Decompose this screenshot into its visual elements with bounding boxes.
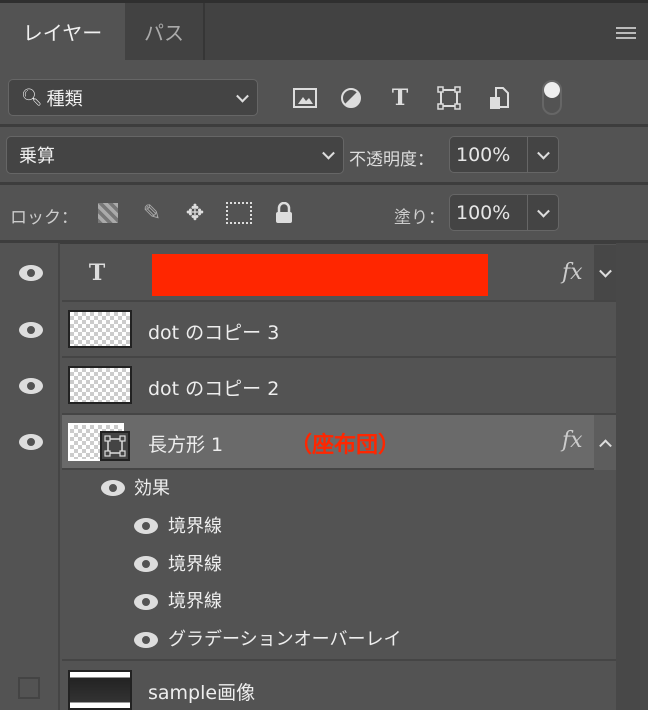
effect-item[interactable]: 境界線: [168, 587, 222, 613]
redacted-layer-name: [152, 254, 488, 296]
divider: [0, 124, 648, 127]
shape-filter-icon[interactable]: [436, 86, 462, 110]
eye-icon[interactable]: [134, 518, 158, 534]
effects-expand-toggle[interactable]: [594, 245, 616, 300]
chevron-down-icon: [599, 264, 612, 278]
opacity-label: 不透明度：: [349, 150, 434, 170]
effects-collapse-toggle[interactable]: [594, 415, 616, 470]
layer-row[interactable]: sample画像: [62, 662, 616, 710]
filter-toggle[interactable]: [542, 80, 562, 115]
eye-icon[interactable]: [101, 480, 125, 496]
lock-all-icon[interactable]: [272, 199, 296, 227]
chevron-down-icon: [537, 146, 550, 160]
layer-name: dot のコピー 3: [148, 322, 280, 344]
tab-paths[interactable]: パス: [125, 3, 205, 60]
visibility-column: [0, 243, 60, 710]
eye-icon[interactable]: [19, 265, 43, 281]
panel-menu-icon[interactable]: [616, 27, 636, 39]
lock-transparent-pixels-icon[interactable]: [98, 203, 118, 223]
adjustment-filter-icon[interactable]: [338, 86, 364, 110]
text-layer-icon: T: [88, 260, 106, 286]
layer-row-selected[interactable]: 長方形 1 （座布団） fx: [62, 415, 616, 470]
eye-icon[interactable]: [134, 632, 158, 648]
type-filter-icon[interactable]: T: [387, 84, 413, 112]
effect-item[interactable]: 境界線: [168, 550, 222, 576]
image-filter-icon[interactable]: [292, 86, 318, 110]
opacity-field[interactable]: 100%: [449, 136, 559, 173]
lock-image-pixels-brush-icon[interactable]: ✎: [138, 199, 166, 227]
filter-kind-select[interactable]: 🔍︎ 種類: [8, 79, 258, 116]
lock-label: ロック：: [10, 208, 78, 228]
layer-name: dot のコピー 2: [148, 378, 280, 400]
layer-thumbnail-photo: [68, 670, 132, 710]
layer-effects-list: 効果 境界線 境界線 境界線 グラデーションオーバーレイ: [62, 470, 616, 661]
tab-bar: レイヤー パス: [0, 0, 648, 60]
fx-icon[interactable]: fx: [562, 428, 583, 453]
divider: [0, 240, 648, 244]
layer-name: 長方形 1: [148, 434, 224, 456]
layer-row-text[interactable]: T fx: [62, 245, 616, 302]
fill-input[interactable]: 100%: [450, 195, 528, 230]
tab-layers[interactable]: レイヤー: [0, 3, 125, 60]
search-icon: 🔍︎: [21, 87, 43, 108]
chevron-down-icon: [322, 146, 335, 160]
effect-item[interactable]: 境界線: [168, 512, 222, 538]
fx-icon[interactable]: fx: [562, 260, 583, 285]
lock-artboard-icon[interactable]: [226, 202, 252, 224]
effect-item[interactable]: グラデーションオーバーレイ: [168, 625, 401, 651]
chevron-down-icon: [236, 89, 249, 103]
eye-icon[interactable]: [134, 594, 158, 610]
opacity-dropdown[interactable]: [528, 137, 558, 172]
blend-mode-select[interactable]: 乗算: [6, 136, 344, 174]
fill-dropdown[interactable]: [528, 195, 558, 230]
eye-icon[interactable]: [19, 378, 43, 394]
layers-scrollbar[interactable]: [616, 243, 648, 710]
chevron-up-icon: [599, 438, 612, 452]
filter-kind-label: 種類: [46, 88, 83, 110]
effects-label[interactable]: 効果: [134, 474, 170, 500]
eye-icon[interactable]: [134, 556, 158, 572]
layer-name: sample画像: [148, 682, 256, 704]
layer-row[interactable]: dot のコピー 3: [62, 302, 616, 358]
shape-layer-icon: [100, 431, 130, 461]
smart-object-filter-icon[interactable]: [486, 86, 512, 110]
eye-icon[interactable]: [19, 434, 43, 450]
layer-row[interactable]: dot のコピー 2: [62, 358, 616, 415]
layer-thumbnail: [68, 310, 132, 348]
visibility-toggle-off[interactable]: [18, 677, 40, 699]
chevron-down-icon: [537, 204, 550, 218]
opacity-input[interactable]: 100%: [450, 137, 528, 172]
eye-icon[interactable]: [19, 322, 43, 338]
fill-field[interactable]: 100%: [449, 194, 559, 231]
annotation-label: （座布団）: [290, 433, 401, 458]
lock-position-move-icon[interactable]: ✥: [181, 199, 209, 227]
layer-thumbnail: [68, 366, 132, 404]
blend-mode-value: 乗算: [19, 146, 55, 167]
divider: [0, 182, 648, 185]
fill-label: 塗り：: [394, 208, 445, 228]
